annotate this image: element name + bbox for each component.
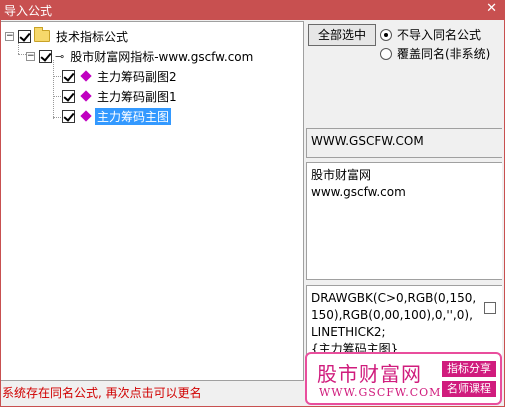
formula-code-text: DRAWGBK(C>0,RGB(0,150,150),RGB(0,00,100)… xyxy=(311,290,479,358)
tree-node-group[interactable]: − ⊸ 股市财富网指标-www.gscfw.com xyxy=(26,47,255,65)
tree-item[interactable]: 主力筹码副图2 xyxy=(62,67,179,85)
description-box: 股市财富网 www.gscfw.com xyxy=(306,162,502,280)
formula-icon xyxy=(80,70,92,82)
close-icon[interactable]: ✕ xyxy=(486,1,497,16)
tree-item-label: 主力筹码副图2 xyxy=(97,69,177,84)
tree-node-label: 技术指标公式 xyxy=(56,29,129,44)
collapse-icon[interactable]: − xyxy=(26,51,35,61)
watermark-banner: 股市财富网 WWW.GSCFW.COM 指标分享 名师课程 xyxy=(305,352,502,405)
radio-label: 覆盖同名(非系统) xyxy=(397,47,491,61)
folder-icon xyxy=(34,27,50,42)
watermark-url: WWW.GSCFW.COM xyxy=(319,386,442,399)
tree-node-root[interactable]: − 技术指标公式 xyxy=(5,27,130,45)
radio-label: 不导入同名公式 xyxy=(397,28,482,42)
tree-item-label: 主力筹码副图1 xyxy=(97,89,177,104)
item-checkbox[interactable] xyxy=(62,89,75,103)
status-message: 系统存在同名公式, 再次点击可以更名 xyxy=(2,386,202,400)
code-checkbox[interactable] xyxy=(484,302,496,314)
title-bar: 导入公式 ✕ xyxy=(0,0,505,20)
collapse-icon[interactable]: − xyxy=(5,31,14,41)
radio-skip-duplicates[interactable]: 不导入同名公式 xyxy=(380,26,481,43)
url-text: WWW.GSCFW.COM xyxy=(311,134,424,148)
url-field: WWW.GSCFW.COM xyxy=(306,128,502,158)
tree-item-label: 主力筹码主图 xyxy=(95,107,172,125)
tree-connector xyxy=(53,60,54,119)
root-checkbox[interactable] xyxy=(18,29,31,43)
radio-overwrite[interactable]: 覆盖同名(非系统) xyxy=(380,45,490,62)
watermark-tag: 名师课程 xyxy=(442,381,496,397)
formula-code-line: DRAWGBK(C>0,RGB(0,150,150),RGB(0,00,100)… xyxy=(311,291,477,339)
description-line: www.gscfw.com xyxy=(311,185,406,199)
formula-tree[interactable]: − 技术指标公式 − ⊸ 股市财富网指标-www.gscfw.com 主力筹码副… xyxy=(1,21,304,381)
radio-dot-icon[interactable] xyxy=(380,28,392,41)
description-line: 股市财富网 xyxy=(311,168,372,182)
watermark-title: 股市财富网 xyxy=(317,362,422,386)
formula-icon xyxy=(80,90,92,102)
item-checkbox[interactable] xyxy=(62,109,75,123)
watermark-tag: 指标分享 xyxy=(442,361,496,377)
formula-icon xyxy=(80,110,92,122)
window-title: 导入公式 xyxy=(4,4,53,18)
select-all-button[interactable]: 全部选中 xyxy=(308,24,376,46)
tree-item-selected[interactable]: 主力筹码主图 xyxy=(62,107,172,125)
radio-dot-icon[interactable] xyxy=(380,47,392,60)
key-icon: ⊸ xyxy=(55,49,65,63)
tree-item[interactable]: 主力筹码副图1 xyxy=(62,87,179,105)
item-checkbox[interactable] xyxy=(62,69,75,83)
tree-node-label: 股市财富网指标-www.gscfw.com xyxy=(70,49,254,64)
tree-connector xyxy=(18,54,26,55)
group-checkbox[interactable] xyxy=(39,49,52,63)
